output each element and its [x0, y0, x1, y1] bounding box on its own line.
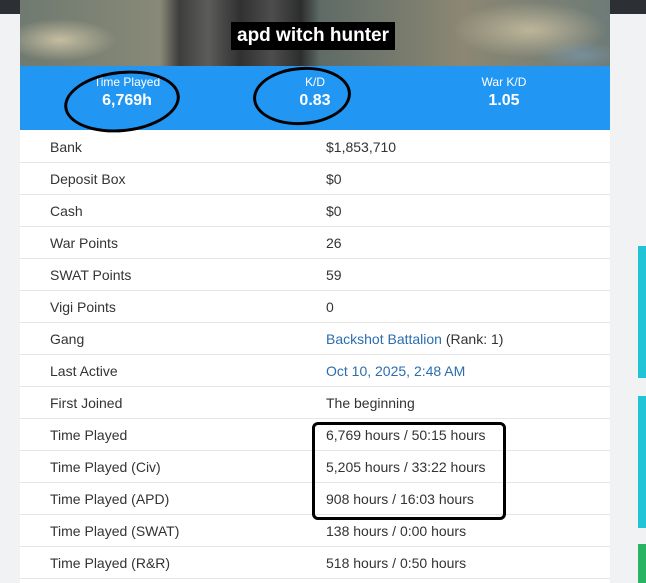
table-row: Vigi Points 0 — [20, 290, 610, 323]
table-row: Bank $1,853,710 — [20, 131, 610, 163]
table-row: Last Active Oct 10, 2025, 2:48 AM — [20, 354, 610, 387]
row-value: $0 — [326, 194, 610, 227]
side-accent-strip — [638, 544, 646, 583]
row-key: Cash — [20, 194, 326, 227]
row-value: Backshot Battalion (Rank: 1) — [326, 322, 610, 355]
row-key: Time Played (APD) — [20, 482, 326, 515]
row-key: Time Played — [20, 418, 326, 451]
table-row: War Points 26 — [20, 226, 610, 259]
side-accent-strip — [638, 396, 646, 528]
table-row: Gang Backshot Battalion (Rank: 1) — [20, 322, 610, 355]
stat-label: War K/D — [481, 75, 527, 89]
row-key: Time Played (R&R) — [20, 546, 326, 579]
player-name: apd witch hunter — [231, 22, 395, 50]
row-value: The beginning — [326, 386, 610, 419]
table-row: Deposit Box $0 — [20, 162, 610, 195]
stat-war-kd: War K/D 1.05 — [404, 66, 604, 130]
row-value: Oct 10, 2025, 2:48 AM — [326, 354, 610, 387]
profile-banner: apd witch hunter — [20, 0, 610, 66]
row-key: SWAT Points — [20, 258, 326, 291]
row-key: Bank — [20, 131, 326, 163]
table-row: First Joined The beginning — [20, 386, 610, 419]
table-row: Time Played (R&R) 518 hours / 0:50 hours — [20, 546, 610, 579]
row-key: Deposit Box — [20, 162, 326, 195]
last-active-link[interactable]: Oct 10, 2025, 2:48 AM — [326, 363, 465, 379]
row-key: First Joined — [20, 386, 326, 419]
row-key: Gang — [20, 322, 326, 355]
side-accent-strip — [638, 246, 646, 378]
row-key: Time Played (Civ) — [20, 450, 326, 483]
annotation-box-time-played — [312, 422, 506, 520]
gang-link[interactable]: Backshot Battalion — [326, 331, 442, 347]
row-value: 0 — [326, 290, 610, 323]
row-value: $1,853,710 — [326, 131, 610, 163]
row-key: Vigi Points — [20, 290, 326, 323]
row-value: $0 — [326, 162, 610, 195]
gang-rank: (Rank: 1) — [441, 330, 504, 347]
table-row: Cash $0 — [20, 194, 610, 227]
row-value: 26 — [326, 226, 610, 259]
row-value: 518 hours / 0:50 hours — [326, 546, 610, 579]
row-value: 59 — [326, 258, 610, 291]
table-row: SWAT Points 59 — [20, 258, 610, 291]
stat-value: 1.05 — [488, 92, 520, 109]
row-key: War Points — [20, 226, 326, 259]
row-key: Time Played (SWAT) — [20, 514, 326, 547]
row-key: Last Active — [20, 354, 326, 387]
